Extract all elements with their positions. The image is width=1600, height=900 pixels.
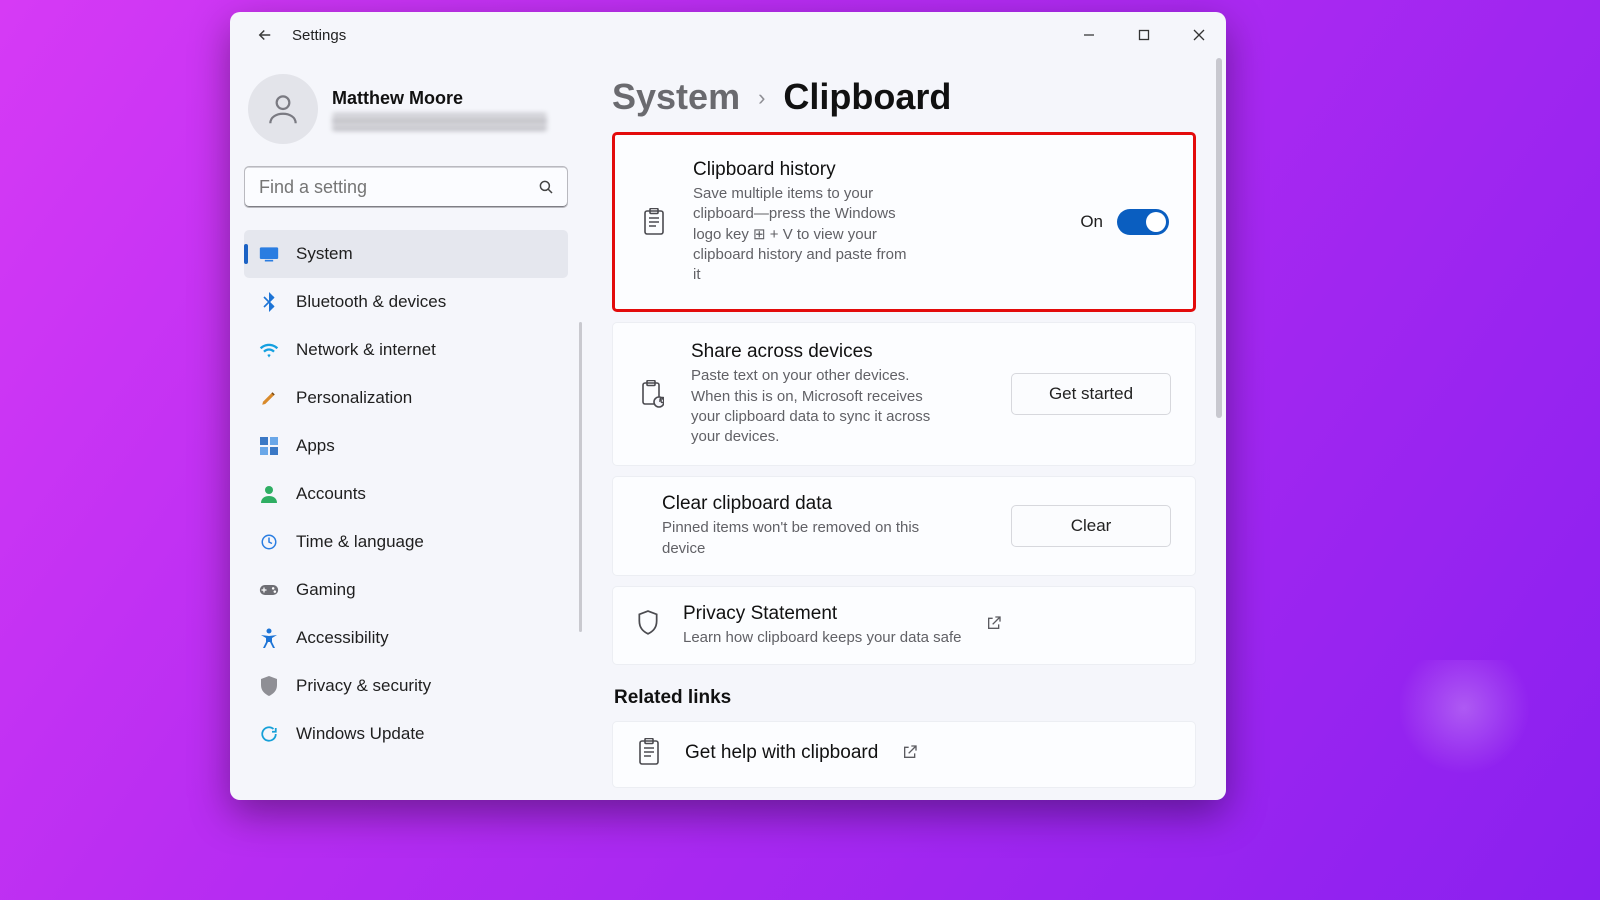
clipboard-list-icon — [642, 208, 666, 236]
clipboard-sync-icon — [640, 380, 664, 408]
paintbrush-icon — [260, 389, 278, 407]
setting-title: Privacy Statement — [683, 603, 962, 625]
gaming-icon — [259, 583, 279, 597]
breadcrumb: System › Clipboard — [612, 76, 1196, 118]
get-started-button[interactable]: Get started — [1011, 373, 1171, 415]
search-icon — [537, 178, 555, 196]
bluetooth-icon — [261, 292, 277, 312]
setting-title: Share across devices — [691, 341, 946, 363]
external-link-icon — [902, 744, 918, 760]
sidebar-item-windows-update[interactable]: Windows Update — [244, 710, 568, 758]
clipboard-list-icon — [637, 738, 661, 766]
profile[interactable]: Matthew Moore — [244, 68, 568, 166]
sidebar-item-bluetooth[interactable]: Bluetooth & devices — [244, 278, 568, 326]
content-scrollbar[interactable] — [1216, 58, 1222, 418]
setting-desc: Pinned items won't be removed on this de… — [662, 518, 963, 559]
shield-icon — [261, 676, 277, 696]
sidebar-item-label: Windows Update — [296, 724, 425, 744]
arrow-left-icon — [256, 26, 274, 44]
sidebar-item-label: Privacy & security — [296, 676, 431, 696]
toggle-state-label: On — [1080, 212, 1103, 232]
sidebar-item-label: Time & language — [296, 532, 424, 552]
close-icon — [1193, 29, 1205, 41]
sidebar-item-personalization[interactable]: Personalization — [244, 374, 568, 422]
close-button[interactable] — [1171, 12, 1226, 58]
accessibility-icon — [260, 628, 278, 648]
setting-clear-clipboard: Clear clipboard data Pinned items won't … — [612, 476, 1196, 576]
breadcrumb-parent[interactable]: System — [612, 76, 740, 118]
sidebar-item-accessibility[interactable]: Accessibility — [244, 614, 568, 662]
setting-privacy-statement[interactable]: Privacy Statement Learn how clipboard ke… — [612, 586, 1196, 665]
sidebar-item-label: System — [296, 244, 353, 264]
profile-name: Matthew Moore — [332, 88, 547, 109]
sidebar-item-label: Accessibility — [296, 628, 389, 648]
avatar — [248, 74, 318, 144]
clock-globe-icon — [260, 533, 278, 551]
sidebar-item-label: Personalization — [296, 388, 412, 408]
setting-desc: Learn how clipboard keeps your data safe — [683, 628, 962, 648]
search-box[interactable] — [244, 166, 568, 208]
setting-title: Clipboard history — [693, 159, 913, 181]
titlebar: Settings — [230, 12, 1226, 58]
setting-share-across-devices[interactable]: Share across devices Paste text on your … — [612, 322, 1196, 466]
maximize-button[interactable] — [1116, 12, 1171, 58]
setting-desc: Paste text on your other devices. When t… — [691, 366, 946, 447]
sidebar-item-label: Apps — [296, 436, 335, 456]
setting-desc: Save multiple items to your clipboard—pr… — [693, 184, 913, 285]
system-icon — [259, 246, 279, 262]
sidebar-item-label: Bluetooth & devices — [296, 292, 446, 312]
clear-button[interactable]: Clear — [1011, 505, 1171, 547]
breadcrumb-current: Clipboard — [783, 76, 951, 118]
sidebar-item-network[interactable]: Network & internet — [244, 326, 568, 374]
account-icon — [261, 485, 277, 503]
chevron-right-icon: › — [758, 85, 765, 111]
sidebar-item-apps[interactable]: Apps — [244, 422, 568, 470]
sidebar-item-accounts[interactable]: Accounts — [244, 470, 568, 518]
sidebar-item-label: Accounts — [296, 484, 366, 504]
setting-title: Clear clipboard data — [662, 493, 963, 515]
wifi-icon — [259, 342, 279, 358]
content: System › Clipboard Clipboard history Sav… — [582, 58, 1226, 800]
related-link-label: Get help with clipboard — [685, 742, 878, 764]
settings-window: Settings Matthew Moore — [230, 12, 1226, 800]
maximize-icon — [1138, 29, 1150, 41]
sidebar-item-gaming[interactable]: Gaming — [244, 566, 568, 614]
sidebar-item-system[interactable]: System — [244, 230, 568, 278]
related-link-help[interactable]: Get help with clipboard — [612, 721, 1196, 788]
sidebar-item-time[interactable]: Time & language — [244, 518, 568, 566]
sidebar-item-label: Network & internet — [296, 340, 436, 360]
search-input[interactable] — [257, 176, 537, 199]
sidebar-item-privacy[interactable]: Privacy & security — [244, 662, 568, 710]
update-icon — [260, 725, 278, 743]
apps-icon — [260, 437, 278, 455]
sidebar: Matthew Moore System Bluetooth & devices — [230, 58, 582, 800]
minimize-icon — [1083, 29, 1095, 41]
minimize-button[interactable] — [1061, 12, 1116, 58]
nav: System Bluetooth & devices Network & int… — [244, 230, 568, 758]
clipboard-history-toggle[interactable] — [1117, 209, 1169, 235]
setting-clipboard-history[interactable]: Clipboard history Save multiple items to… — [612, 132, 1196, 312]
sidebar-item-label: Gaming — [296, 580, 356, 600]
person-icon — [264, 90, 302, 128]
back-button[interactable] — [252, 22, 278, 48]
window-title: Settings — [292, 27, 346, 44]
external-link-icon — [986, 615, 1002, 631]
related-links-heading: Related links — [614, 687, 1196, 709]
profile-email-redacted — [332, 113, 547, 131]
shield-outline-icon — [637, 610, 659, 636]
